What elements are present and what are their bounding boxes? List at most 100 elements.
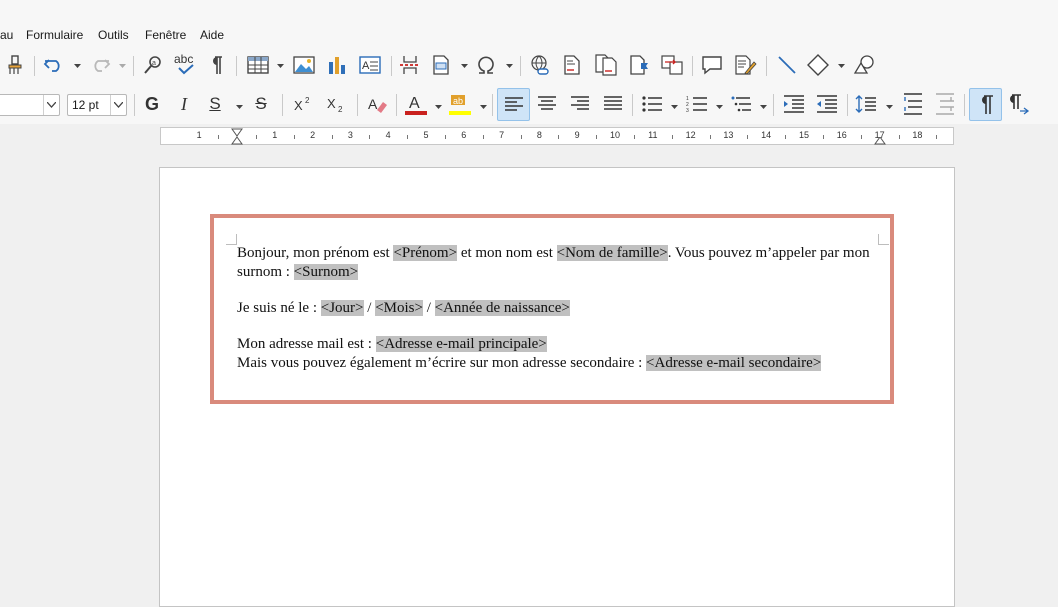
ruler-number: 9 [574,130,580,140]
track-changes-icon[interactable] [734,54,758,76]
field-nom-de-famille[interactable]: <Nom de famille> [556,245,668,261]
horizontal-ruler[interactable]: 1 1 2 3 4 5 6 7 8 9 10 11 12 13 14 15 16 17 18 [160,127,954,145]
undo-dropdown[interactable] [73,62,81,70]
image-icon[interactable] [292,54,316,76]
svg-text:2: 2 [305,96,310,105]
endnote-icon[interactable] [594,54,620,76]
font-color-dropdown[interactable] [434,103,442,111]
field-surnom[interactable]: <Surnom> [293,264,359,280]
menu-item-fenetre[interactable]: Fenêtre [145,28,186,42]
field-mois[interactable]: <Mois> [375,300,423,316]
bookmark-icon[interactable] [628,54,652,76]
field-dropdown[interactable] [460,62,468,70]
comment-icon[interactable] [700,54,724,76]
outline-list-dropdown[interactable] [759,103,767,111]
outline-list-icon[interactable] [728,92,754,116]
footnote-icon[interactable] [561,54,583,76]
line-spacing-dropdown[interactable] [885,103,893,111]
increase-indent-icon[interactable] [781,92,807,116]
spellcheck-icon[interactable]: abc [172,52,200,76]
rtl-paragraph-icon[interactable] [1006,92,1032,116]
formatting-marks-icon[interactable] [205,54,227,76]
shapes-icon[interactable] [806,54,830,76]
chevron-down-icon[interactable] [110,95,126,115]
ruler-number: 10 [609,130,621,140]
bullet-list-icon[interactable] [639,92,665,116]
font-name-box[interactable] [0,94,60,116]
hyperlink-icon[interactable] [528,54,552,76]
ruler-number: 6 [461,130,467,140]
decrease-indent-icon[interactable] [814,92,840,116]
menu-item-tableau[interactable]: au [0,28,13,42]
subscript-icon[interactable]: X2 [323,92,349,116]
shapes-dropdown[interactable] [837,62,845,70]
indent-marker-icon[interactable] [231,128,243,145]
draw-functions-icon[interactable] [852,54,876,76]
ruler-tick [898,135,900,139]
bullet-list-dropdown[interactable] [670,103,678,111]
line-icon[interactable] [775,54,799,76]
font-size-box[interactable]: 12 pt [67,94,127,116]
chart-icon[interactable] [325,54,349,76]
cross-reference-icon[interactable] [660,54,684,76]
special-char-dropdown[interactable] [505,62,513,70]
svg-text:A: A [409,95,420,112]
field-icon[interactable] [430,54,452,76]
clear-formatting-icon[interactable]: A [364,92,390,116]
redo-dropdown[interactable] [118,62,126,70]
highlight-color-icon[interactable]: ab [446,90,474,118]
text-run: / [422,300,435,316]
bold-button[interactable]: G [141,92,163,116]
strikethrough-button[interactable]: S [250,92,272,116]
line-spacing-icon[interactable] [853,92,879,116]
ruler-number: 7 [499,130,505,140]
ruler-number: 1 [196,130,202,140]
field-jour[interactable]: <Jour> [320,300,364,316]
ruler-number: 12 [685,130,696,140]
menu-item-outils[interactable]: Outils [98,28,129,42]
ruler-number: 5 [423,130,429,140]
field-prenom[interactable]: <Prénom> [393,245,458,261]
chevron-down-icon[interactable] [43,95,59,115]
svg-text:a: a [152,60,156,67]
document-text[interactable]: Bonjour, mon prénom est <Prénom> et mon … [237,244,877,373]
increase-paragraph-spacing-icon[interactable] [900,92,926,116]
find-replace-icon[interactable]: a [141,54,165,76]
paragraph-email-secondary[interactable]: Mais vous pouvez également m’écrire sur … [237,354,877,373]
ruler-tick [558,135,560,139]
align-left-icon[interactable] [497,88,530,121]
clone-formatting-icon[interactable] [4,54,26,76]
highlight-color-dropdown[interactable] [479,103,487,111]
paragraph-identity[interactable]: Bonjour, mon prénom est <Prénom> et mon … [237,244,877,282]
menu-item-formulaire[interactable]: Formulaire [26,28,83,42]
field-annee-de-naissance[interactable]: <Année de naissance> [434,300,570,316]
undo-icon[interactable] [42,54,66,76]
paragraph-birthdate[interactable]: Je suis né le : <Jour> / <Mois> / <Année… [237,299,877,318]
menu-bar: au Formulaire Outils Fenêtre Aide [0,24,1058,46]
ruler-tick [255,135,257,139]
page-break-icon[interactable] [398,54,422,76]
superscript-icon[interactable]: X2 [290,92,316,116]
font-color-icon[interactable]: A [402,90,430,118]
decrease-paragraph-spacing-icon[interactable] [932,92,958,116]
special-char-icon[interactable] [474,54,498,76]
underline-button[interactable]: S [204,92,226,116]
field-email-secondaire[interactable]: <Adresse e-mail secondaire> [646,355,822,371]
align-right-icon[interactable] [567,92,593,116]
underline-dropdown[interactable] [235,103,243,111]
textbox-icon[interactable]: A [357,54,383,76]
numbered-list-icon[interactable]: 123 [684,92,710,116]
ruler-tick [444,135,446,139]
table-icon[interactable] [245,54,271,76]
field-email-principale[interactable]: <Adresse e-mail principale> [375,336,547,352]
formatting-toolbar: 12 pt G I S S X2 X2 A A ab 123 [0,86,1058,124]
justify-icon[interactable] [600,92,626,116]
italic-button[interactable]: I [173,92,195,116]
ltr-paragraph-icon[interactable] [969,88,1002,121]
numbered-list-dropdown[interactable] [715,103,723,111]
redo-icon[interactable] [88,54,112,76]
table-dropdown[interactable] [276,62,284,70]
align-center-icon[interactable] [534,92,560,116]
menu-item-aide[interactable]: Aide [200,28,224,42]
paragraph-email[interactable]: Mon adresse mail est : <Adresse e-mail p… [237,335,877,354]
